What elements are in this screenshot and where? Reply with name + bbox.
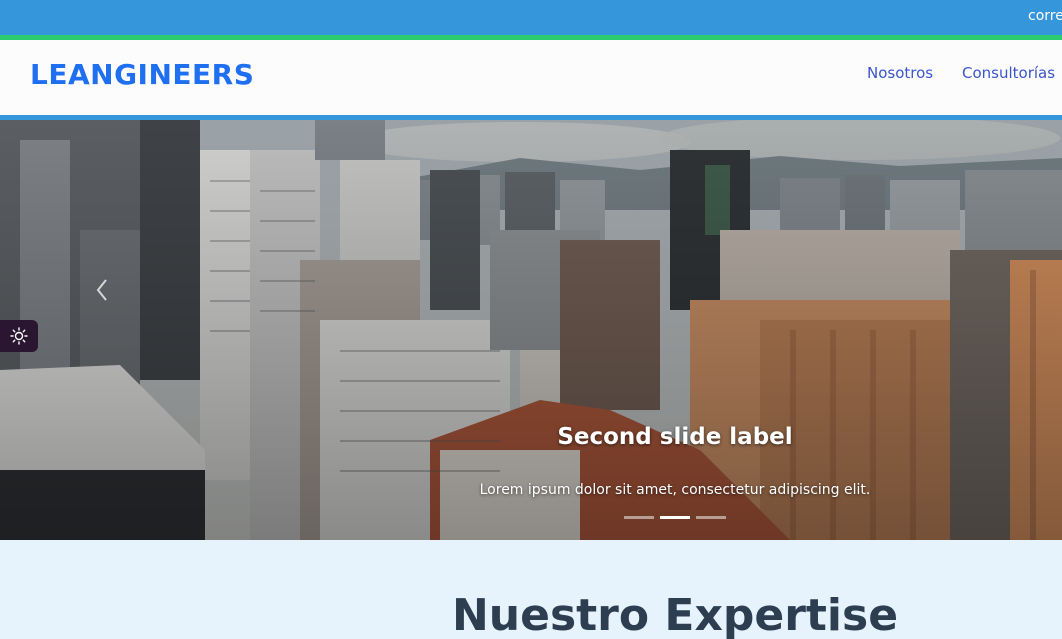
city-skyline-image (0, 120, 1062, 540)
carousel-indicator-3[interactable] (696, 516, 726, 519)
top-info-bar: corre (0, 0, 1062, 35)
chevron-left-icon (96, 279, 107, 301)
expertise-section: Nuestro Expertise (0, 540, 1062, 639)
topbar-contact-text[interactable]: corre (1028, 8, 1062, 24)
main-navbar: LEANGINEERS Nosotros Consultorías (0, 40, 1062, 115)
expertise-heading: Nuestro Expertise (451, 590, 899, 639)
carousel-prev-button[interactable] (88, 270, 118, 310)
carousel-indicators (624, 516, 726, 519)
nav-link-nosotros[interactable]: Nosotros (867, 64, 933, 82)
carousel-caption-text: Lorem ipsum dolor sit amet, consectetur … (479, 482, 871, 498)
hero-carousel: Second slide label Lorem ipsum dolor sit… (0, 120, 1062, 540)
sun-icon (10, 327, 28, 345)
carousel-caption-title: Second slide label (557, 424, 793, 450)
carousel-indicator-1[interactable] (624, 516, 654, 519)
theme-toggle-button[interactable] (0, 320, 38, 352)
nav-link-consultorias[interactable]: Consultorías (962, 64, 1055, 82)
carousel-indicator-2[interactable] (660, 516, 690, 519)
brand-logo[interactable]: LEANGINEERS (30, 58, 254, 91)
